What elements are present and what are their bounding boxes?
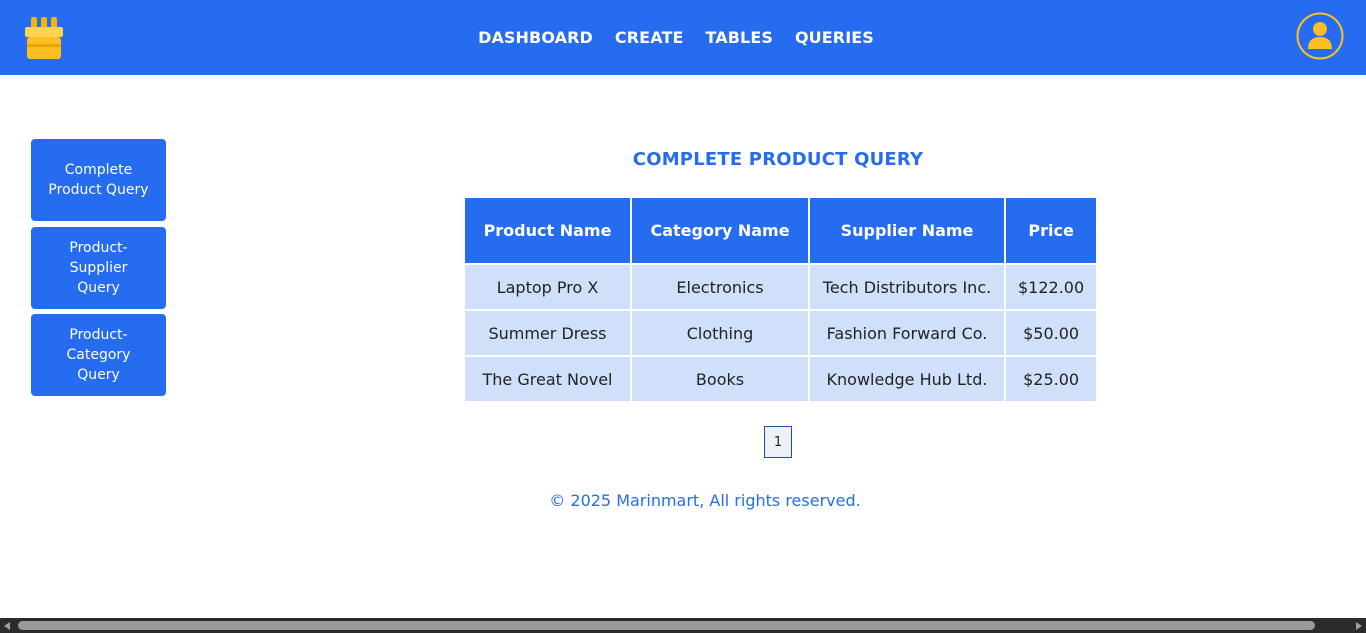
footer-copyright: © 2025 Marinmart, All rights reserved. — [549, 491, 861, 510]
pagination-page-button[interactable]: 1 — [764, 426, 792, 458]
user-avatar-icon[interactable] — [1296, 12, 1344, 60]
horizontal-scrollbar[interactable] — [0, 618, 1366, 633]
table-row: Laptop Pro X Electronics Tech Distributo… — [465, 265, 1097, 309]
table-row: Summer Dress Clothing Fashion Forward Co… — [465, 311, 1097, 355]
complete-product-query-button[interactable]: Complete Product Query — [31, 139, 166, 221]
column-header-price: Price — [1006, 198, 1097, 263]
query-sidebar: Complete Product Query Product-Supplier … — [31, 139, 166, 402]
page-title: COMPLETE PRODUCT QUERY — [632, 149, 924, 170]
cell-product-name: Summer Dress — [465, 311, 630, 355]
cell-category-name: Clothing — [632, 311, 808, 355]
product-category-query-button[interactable]: Product-Category Query — [31, 314, 166, 396]
query-results-table: Product Name Category Name Supplier Name… — [463, 196, 1099, 403]
scroll-right-arrow-icon[interactable] — [1356, 622, 1362, 630]
nav-dashboard[interactable]: DASHBOARD — [478, 28, 593, 47]
cell-price: $50.00 — [1006, 311, 1097, 355]
product-supplier-query-button[interactable]: Product-Supplier Query — [31, 226, 166, 309]
cell-product-name: Laptop Pro X — [465, 265, 630, 309]
cell-supplier-name: Knowledge Hub Ltd. — [810, 357, 1004, 401]
nav-tables[interactable]: TABLES — [705, 28, 773, 47]
column-header-category-name: Category Name — [632, 198, 808, 263]
cell-supplier-name: Tech Distributors Inc. — [810, 265, 1004, 309]
cell-price: $25.00 — [1006, 357, 1097, 401]
scrollbar-thumb[interactable] — [18, 621, 1315, 630]
cell-price: $122.00 — [1006, 265, 1097, 309]
cell-supplier-name: Fashion Forward Co. — [810, 311, 1004, 355]
cell-category-name: Electronics — [632, 265, 808, 309]
cell-category-name: Books — [632, 357, 808, 401]
table-row: The Great Novel Books Knowledge Hub Ltd.… — [465, 357, 1097, 401]
top-navbar: DASHBOARD CREATE TABLES QUERIES — [0, 0, 1366, 75]
nav-create[interactable]: CREATE — [615, 28, 684, 47]
table-header-row: Product Name Category Name Supplier Name… — [465, 198, 1097, 263]
main-nav: DASHBOARD CREATE TABLES QUERIES — [0, 0, 1366, 75]
column-header-product-name: Product Name — [465, 198, 630, 263]
nav-queries[interactable]: QUERIES — [795, 28, 874, 47]
column-header-supplier-name: Supplier Name — [810, 198, 1004, 263]
scroll-left-arrow-icon[interactable] — [4, 622, 10, 630]
cell-product-name: The Great Novel — [465, 357, 630, 401]
